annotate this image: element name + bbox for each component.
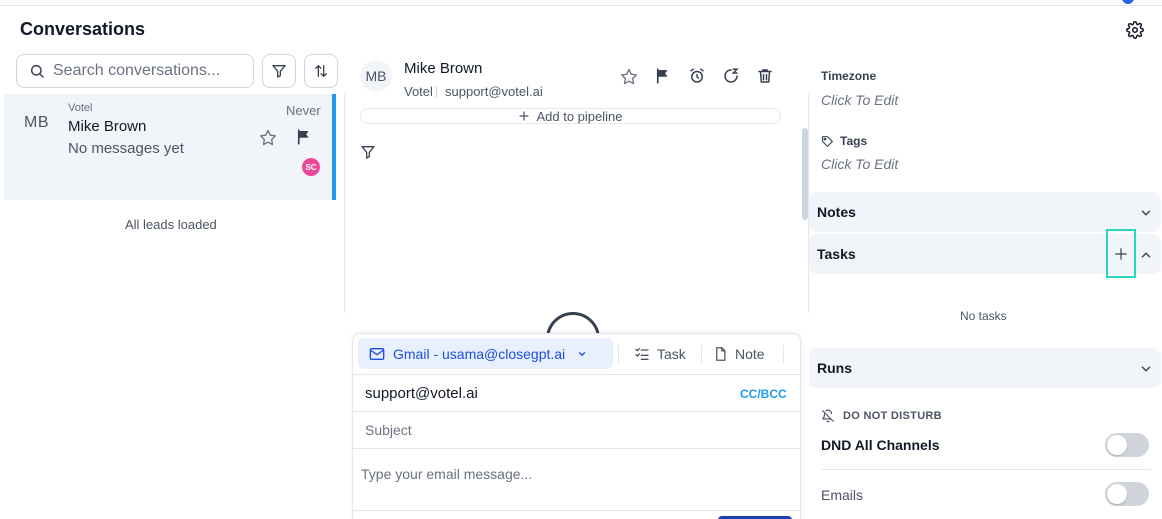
contact-email: support@votel.ai xyxy=(445,84,543,99)
pipeline-label: Add to pipeline xyxy=(536,108,623,124)
chevron-down-icon xyxy=(577,349,587,359)
runs-label: Runs xyxy=(817,360,852,376)
notes-label: Notes xyxy=(817,204,856,220)
list-status: All leads loaded xyxy=(125,217,217,232)
bell-off-icon xyxy=(821,409,835,423)
document-icon xyxy=(713,346,728,362)
assignee-badge: SC xyxy=(302,158,320,176)
dnd-emails-label: Emails xyxy=(821,487,864,503)
checklist-icon xyxy=(634,346,650,362)
tasks-label: Tasks xyxy=(817,246,856,262)
snooze-icon[interactable] xyxy=(722,67,742,87)
task-tab-label: Task xyxy=(657,346,686,362)
flag-icon[interactable] xyxy=(295,128,315,148)
runs-section-header[interactable]: Runs xyxy=(809,348,1161,388)
divider xyxy=(701,345,702,363)
filter-icon[interactable] xyxy=(360,144,380,164)
plus-icon xyxy=(518,110,530,122)
scrollbar[interactable] xyxy=(802,128,808,220)
plus-icon xyxy=(1114,247,1128,261)
conversation-time: Never xyxy=(286,103,321,118)
timezone-value[interactable]: Click To Edit xyxy=(821,92,898,108)
conversation-company: Votel xyxy=(68,102,93,114)
dnd-all-channels-toggle[interactable] xyxy=(1105,433,1149,457)
tags-value[interactable]: Click To Edit xyxy=(821,156,898,172)
star-icon[interactable] xyxy=(258,128,278,148)
tags-header: Tags xyxy=(821,134,867,148)
page-title: Conversations xyxy=(20,19,146,39)
divider xyxy=(353,448,800,449)
notes-section-header[interactable]: Notes xyxy=(809,192,1161,232)
dnd-title: DO NOT DISTURB xyxy=(843,410,942,422)
tags-label: Tags xyxy=(840,134,868,148)
channel-label: Gmail - usama@closegpt.ai xyxy=(393,345,566,362)
note-tab[interactable]: Note xyxy=(713,346,765,362)
toggle-knob xyxy=(1107,484,1127,504)
search-box[interactable] xyxy=(16,54,254,88)
add-to-pipeline-button[interactable]: Add to pipeline xyxy=(360,108,781,124)
alarm-clock-icon[interactable] xyxy=(688,67,708,87)
dnd-emails-toggle[interactable] xyxy=(1105,482,1149,506)
filter-icon xyxy=(271,63,287,79)
chevron-down-icon xyxy=(1139,362,1153,376)
avatar: MB xyxy=(24,114,49,131)
search-input[interactable] xyxy=(53,62,243,80)
star-icon[interactable] xyxy=(619,67,639,87)
flag-icon[interactable] xyxy=(654,67,674,87)
task-tab[interactable]: Task xyxy=(634,346,686,362)
gear-icon[interactable] xyxy=(1126,21,1144,39)
add-task-button[interactable] xyxy=(1106,229,1136,278)
sort-button[interactable] xyxy=(304,54,338,88)
divider xyxy=(344,94,345,313)
message-input[interactable] xyxy=(353,458,800,508)
channel-selector[interactable]: Gmail - usama@closegpt.ai xyxy=(358,338,613,369)
filter-button[interactable] xyxy=(262,54,296,88)
contact-avatar: MB xyxy=(360,60,392,92)
cc-bcc-button[interactable]: CC/BCC xyxy=(740,387,787,401)
recipient-field[interactable]: support@votel.ai xyxy=(365,385,478,402)
contact-company: Votel xyxy=(404,84,433,99)
tag-icon xyxy=(821,135,834,148)
mail-icon xyxy=(369,347,385,361)
conversation-name: Mike Brown xyxy=(68,118,147,135)
toggle-knob xyxy=(1107,435,1127,455)
sort-icon xyxy=(313,63,329,79)
divider xyxy=(618,345,619,363)
divider xyxy=(783,345,784,363)
subject-input[interactable] xyxy=(353,412,800,448)
trash-icon[interactable] xyxy=(756,67,776,87)
divider xyxy=(436,86,437,98)
top-strip xyxy=(0,0,1162,6)
dnd-all-channels-label: DND All Channels xyxy=(821,437,940,453)
contact-name: Mike Brown xyxy=(404,60,483,77)
chevron-down-icon xyxy=(1139,206,1153,220)
divider xyxy=(353,510,800,511)
chevron-up-icon xyxy=(1139,248,1153,262)
conversation-preview: No messages yet xyxy=(68,140,184,157)
timezone-label: Timezone xyxy=(821,69,877,83)
note-tab-label: Note xyxy=(735,346,765,362)
divider xyxy=(821,469,1151,470)
no-tasks-text: No tasks xyxy=(960,309,1007,323)
search-icon xyxy=(29,63,45,79)
divider xyxy=(353,374,800,375)
